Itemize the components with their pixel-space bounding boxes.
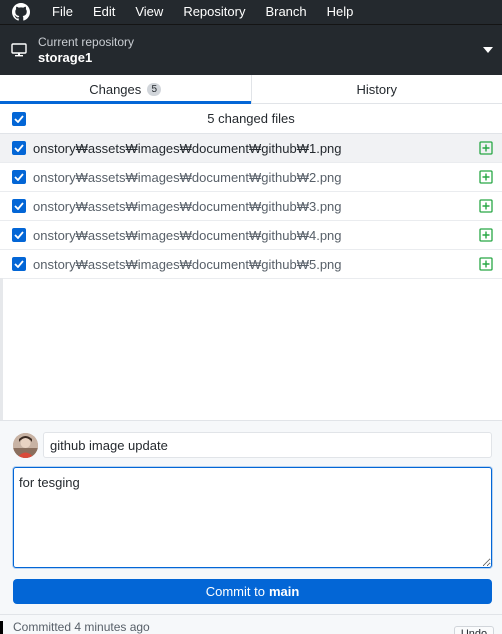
commit-description-input[interactable]: for tesging (13, 467, 492, 568)
monitor-icon (0, 25, 38, 76)
caret-down-icon[interactable] (474, 25, 502, 76)
tab-history[interactable]: History (252, 75, 502, 103)
tab-history-label: History (356, 81, 397, 97)
file-added-icon (470, 257, 502, 271)
commit-button[interactable]: Commit to main (13, 579, 492, 604)
commit-summary-input[interactable] (43, 432, 492, 458)
menu-file[interactable]: File (42, 0, 83, 24)
file-checkbox[interactable] (12, 141, 26, 155)
changed-files-header: 5 changed files (0, 104, 502, 134)
tab-changes[interactable]: Changes 5 (0, 75, 252, 104)
menu-help[interactable]: Help (317, 0, 364, 24)
file-path: onstory₩assets₩images₩document₩github₩5.… (33, 256, 342, 272)
file-checkbox[interactable] (12, 228, 26, 242)
menu-bar: File Edit View Repository Branch Help (0, 0, 502, 24)
menu-branch[interactable]: Branch (255, 0, 316, 24)
list-scroll-edge (0, 278, 3, 420)
file-row[interactable]: onstory₩assets₩images₩document₩github₩5.… (0, 250, 502, 279)
file-added-icon (470, 228, 502, 242)
undo-button[interactable]: Undo (454, 626, 494, 634)
window-edge-mark (0, 621, 3, 634)
repository-name: storage1 (38, 50, 93, 65)
repository-label: Current repository (38, 35, 135, 49)
menu-edit[interactable]: Edit (83, 0, 125, 24)
changed-files-list: onstory₩assets₩images₩document₩github₩1.… (0, 134, 502, 279)
tab-bar: Changes 5 History (0, 75, 502, 104)
menu-view[interactable]: View (125, 0, 173, 24)
file-added-icon (470, 141, 502, 155)
file-added-icon (470, 170, 502, 184)
tab-changes-label: Changes (89, 81, 142, 97)
last-commit-footer: Committed 4 minutes ago Undo (0, 614, 502, 634)
file-path: onstory₩assets₩images₩document₩github₩2.… (33, 169, 342, 185)
changes-count-badge: 5 (147, 82, 162, 96)
file-row[interactable]: onstory₩assets₩images₩document₩github₩3.… (0, 192, 502, 221)
changed-files-summary: 5 changed files (207, 111, 295, 126)
file-path: onstory₩assets₩images₩document₩github₩1.… (33, 140, 342, 156)
select-all-checkbox[interactable] (12, 111, 26, 126)
commit-panel: for tesging Commit to main (0, 420, 502, 614)
file-row[interactable]: onstory₩assets₩images₩document₩github₩2.… (0, 163, 502, 192)
file-path: onstory₩assets₩images₩document₩github₩4.… (33, 227, 342, 243)
file-checkbox[interactable] (12, 170, 26, 184)
file-added-icon (470, 199, 502, 213)
file-row[interactable]: onstory₩assets₩images₩document₩github₩4.… (0, 221, 502, 250)
menu-repository[interactable]: Repository (173, 0, 255, 24)
file-row[interactable]: onstory₩assets₩images₩document₩github₩1.… (0, 134, 502, 163)
commit-button-label: Commit to (205, 584, 265, 599)
repository-selector[interactable]: Current repository storage1 (0, 24, 502, 75)
github-logo-icon (0, 0, 42, 24)
file-path: onstory₩assets₩images₩document₩github₩3.… (33, 198, 342, 214)
last-commit-time: Committed 4 minutes ago (13, 620, 150, 634)
commit-branch-name: main (268, 584, 300, 599)
avatar (13, 433, 38, 458)
file-checkbox[interactable] (12, 199, 26, 213)
file-checkbox[interactable] (12, 257, 26, 271)
